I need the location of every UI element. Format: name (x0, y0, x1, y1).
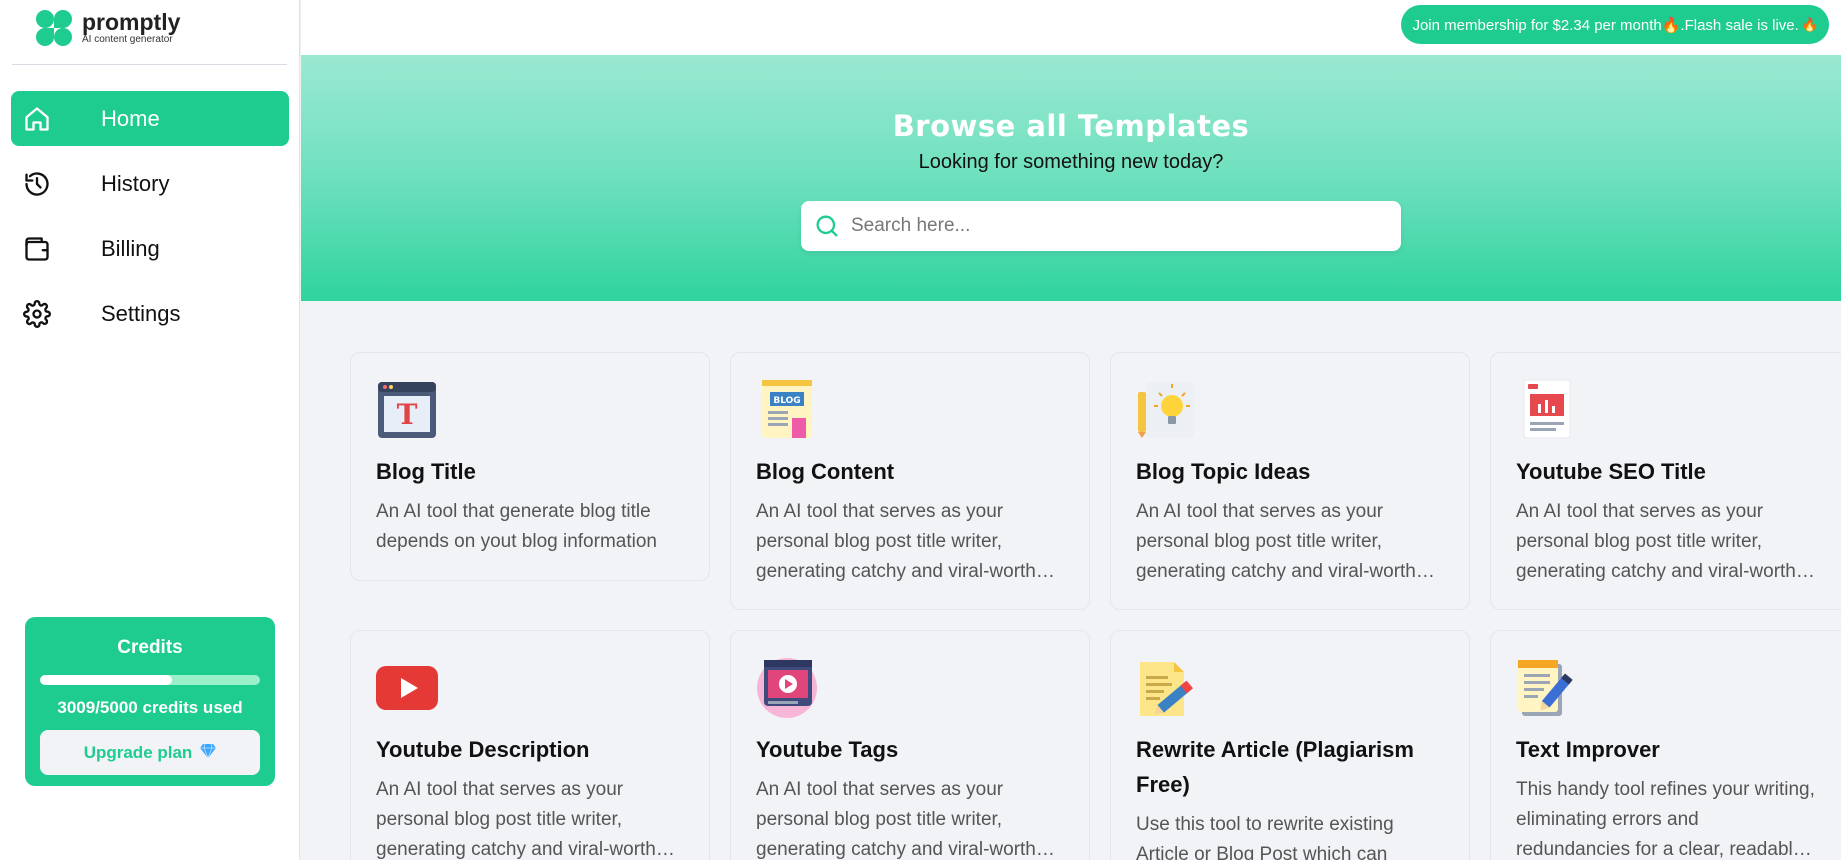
svg-text:BLOG: BLOG (773, 396, 800, 406)
divider (12, 64, 287, 65)
template-title: Blog Topic Ideas (1136, 459, 1311, 484)
brand-name: promptly (82, 9, 181, 35)
search-box[interactable] (801, 201, 1401, 251)
page-subtitle: Looking for something new today? (918, 151, 1224, 173)
template-description: Use this tool to rewrite existing Articl… (1136, 814, 1394, 860)
youtube-seo-title-icon (1516, 378, 1578, 440)
sidebar: promptly AI content generator Home Histo… (0, 0, 300, 860)
sidebar-item-label: Settings (101, 300, 181, 326)
history-icon (23, 170, 51, 198)
template-card-youtube-tags[interactable]: Youtube Tags An AI tool that serves as y… (730, 630, 1090, 860)
upgrade-plan-label: Upgrade plan (83, 742, 193, 762)
template-description: An AI tool that serves as your personal … (756, 779, 1046, 860)
upgrade-plan-button[interactable]: Upgrade plan (40, 730, 260, 775)
sidebar-item-label: Billing (101, 235, 160, 261)
top-bar: Join membership for $2.34 per month🔥.Fla… (301, 0, 1841, 55)
rewrite-article-icon (1136, 656, 1198, 718)
credits-progress-bar (40, 675, 260, 685)
diamond-icon (200, 743, 217, 762)
brand-logo-icon (34, 8, 74, 48)
template-description: An AI tool that serves as your personal … (1516, 501, 1806, 582)
credits-used-label: 3009/5000 credits used (57, 698, 243, 717)
youtube-icon (376, 656, 438, 718)
sidebar-item-history[interactable]: History (11, 156, 289, 211)
sidebar-item-label: History (101, 170, 170, 196)
sidebar-item-home[interactable]: Home (11, 91, 289, 146)
wallet-icon (23, 235, 51, 263)
home-icon (23, 105, 51, 133)
page-title: Browse all Templates (892, 109, 1250, 143)
template-card-youtube-description[interactable]: Youtube Description An AI tool that serv… (350, 630, 710, 860)
brand[interactable]: promptly AI content generator (34, 8, 180, 48)
template-title: Blog Content (756, 459, 895, 484)
template-card-youtube-seo-title[interactable]: Youtube SEO Title An AI tool that serves… (1490, 352, 1841, 610)
blog-content-icon: BLOG (756, 378, 818, 440)
search-icon (816, 215, 838, 237)
blog-topic-ideas-icon (1136, 378, 1198, 440)
sidebar-nav: Home History Billing Settings (11, 91, 289, 351)
template-description: This handy tool refines your writing, el… (1516, 779, 1815, 860)
template-card-blog-topic-ideas[interactable]: Blog Topic Ideas An AI tool that serves … (1110, 352, 1470, 610)
template-description: An AI tool that generate blog title depe… (376, 501, 657, 552)
blog-title-icon: T (376, 378, 438, 440)
credits-title: Credits (117, 637, 183, 658)
brand-tagline: AI content generator (82, 34, 173, 45)
credits-progress-fill (40, 675, 173, 685)
template-description: An AI tool that serves as your personal … (376, 779, 666, 860)
template-title: Youtube Description (376, 737, 590, 762)
credits-panel: Credits 3009/5000 credits used Upgrade p… (25, 617, 275, 786)
template-description: An AI tool that serves as your personal … (1136, 501, 1426, 582)
template-title: Youtube SEO Title (1516, 459, 1706, 484)
promo-text: Join membership for $2.34 per month🔥.Fla… (1412, 16, 1799, 34)
sidebar-item-billing[interactable]: Billing (11, 221, 289, 276)
sidebar-item-label: Home (101, 105, 160, 131)
membership-promo-banner[interactable]: Join membership for $2.34 per month🔥.Fla… (1401, 5, 1829, 44)
gear-icon (23, 299, 51, 328)
template-title: Youtube Tags (756, 737, 899, 762)
template-title: Rewrite Article (Plagiarism Free) (1136, 737, 1414, 797)
hero-section: Browse all Templates Looking for somethi… (301, 55, 1841, 301)
template-title: Blog Title (376, 459, 476, 484)
template-description: An AI tool that serves as your personal … (756, 501, 1046, 582)
template-card-rewrite-article[interactable]: Rewrite Article (Plagiarism Free) Use th… (1110, 630, 1470, 860)
text-improver-icon (1516, 656, 1578, 718)
template-title: Text Improver (1516, 737, 1660, 762)
sidebar-item-settings[interactable]: Settings (11, 286, 289, 341)
template-card-text-improver[interactable]: Text Improver This handy tool refines yo… (1490, 630, 1841, 860)
svg-text:T: T (397, 398, 418, 431)
fire-icon: 🔥 (1801, 16, 1818, 32)
template-card-blog-content[interactable]: BLOG Blog Content An AI tool that serves… (730, 352, 1090, 610)
search-input[interactable] (851, 215, 1371, 237)
youtube-tags-icon (756, 656, 818, 718)
template-card-blog-title[interactable]: T Blog Title An AI tool that generate bl… (350, 352, 710, 581)
